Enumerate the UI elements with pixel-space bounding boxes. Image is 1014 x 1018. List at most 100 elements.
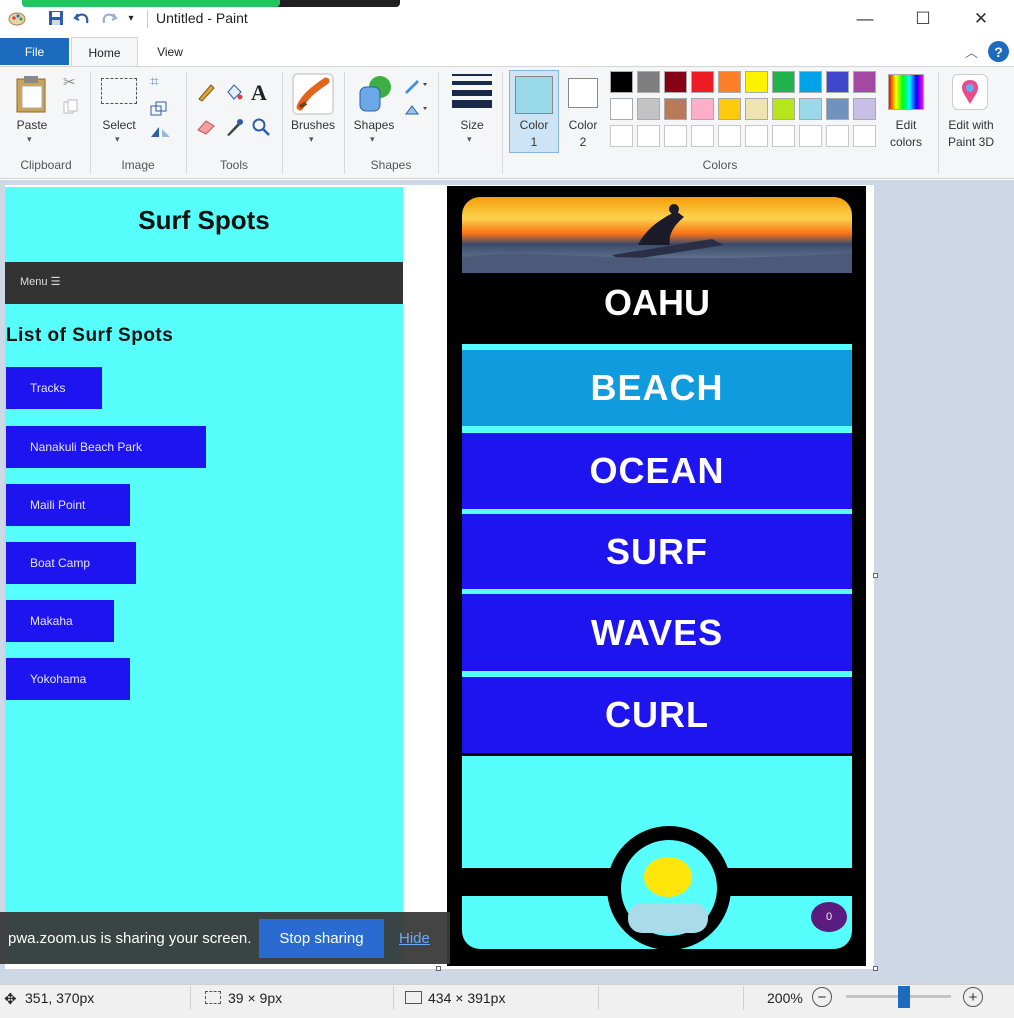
palette-swatch[interactable] bbox=[718, 98, 741, 120]
palette-swatch[interactable] bbox=[718, 71, 741, 93]
palette-swatch[interactable] bbox=[637, 98, 660, 120]
band-beach: BEACH bbox=[462, 350, 852, 426]
menu-bar bbox=[5, 262, 403, 304]
paint-app-icon[interactable] bbox=[8, 9, 26, 27]
paint3d-label-2: Paint 3D bbox=[947, 135, 995, 149]
undo-icon[interactable] bbox=[73, 9, 91, 27]
paste-dropdown-icon[interactable]: ▾ bbox=[27, 134, 32, 145]
edit-colors-icon[interactable] bbox=[888, 74, 924, 110]
canvas-resize-handle-right[interactable] bbox=[873, 573, 878, 578]
band-curl: CURL bbox=[462, 677, 852, 753]
palette-swatch[interactable] bbox=[826, 71, 849, 93]
palette-swatch[interactable] bbox=[799, 71, 822, 93]
select-button[interactable]: Select bbox=[96, 118, 142, 132]
stop-sharing-button[interactable]: Stop sharing bbox=[259, 919, 384, 958]
spot-button: Maili Point bbox=[6, 484, 130, 526]
save-icon[interactable] bbox=[47, 9, 65, 27]
tab-home[interactable]: Home bbox=[71, 37, 138, 67]
size-icon[interactable] bbox=[452, 74, 492, 111]
tab-file[interactable]: File bbox=[0, 38, 69, 65]
palette-swatch[interactable] bbox=[745, 98, 768, 120]
paste-button[interactable]: Paste bbox=[10, 118, 54, 132]
palette-swatch[interactable] bbox=[637, 71, 660, 93]
zoom-out-button[interactable]: − bbox=[812, 987, 832, 1007]
palette-swatch[interactable] bbox=[853, 71, 876, 93]
color-picker-icon[interactable] bbox=[224, 117, 244, 140]
band-waves: WAVES bbox=[462, 594, 852, 671]
shapes-dropdown-icon[interactable]: ▾ bbox=[370, 134, 375, 145]
custom-color-slot[interactable] bbox=[853, 125, 876, 147]
canvas-resize-handle-corner[interactable] bbox=[873, 966, 878, 971]
palette-swatch[interactable] bbox=[826, 98, 849, 120]
palette-swatch[interactable] bbox=[772, 98, 795, 120]
crop-icon[interactable]: ⌗ bbox=[150, 73, 158, 90]
pencil-icon[interactable] bbox=[196, 82, 216, 105]
paint3d-icon[interactable] bbox=[952, 74, 988, 110]
redo-icon[interactable] bbox=[100, 9, 118, 27]
palette-swatch[interactable] bbox=[664, 71, 687, 93]
resize-icon[interactable] bbox=[150, 101, 168, 120]
custom-color-slot[interactable] bbox=[745, 125, 768, 147]
collapse-ribbon-icon[interactable]: ︿ bbox=[965, 42, 978, 61]
palette-swatch[interactable] bbox=[745, 71, 768, 93]
select-icon[interactable] bbox=[101, 78, 137, 104]
rotate-icon[interactable] bbox=[149, 125, 175, 142]
outline-icon[interactable] bbox=[403, 76, 429, 97]
magnifier-icon[interactable] bbox=[251, 117, 271, 140]
ribbon-separator bbox=[344, 72, 345, 174]
zoom-slider-thumb[interactable] bbox=[898, 986, 910, 1008]
palette-swatch[interactable] bbox=[691, 98, 714, 120]
menu-label: Menu ☰ bbox=[20, 276, 61, 288]
zoom-in-button[interactable]: + bbox=[963, 987, 983, 1007]
maximize-button[interactable]: ☐ bbox=[900, 6, 946, 32]
close-button[interactable]: ✕ bbox=[958, 6, 1004, 32]
palette-swatch[interactable] bbox=[853, 98, 876, 120]
paint3d-label[interactable]: Edit with bbox=[940, 118, 1002, 132]
fill-shape-icon[interactable] bbox=[403, 100, 429, 121]
surfer-hero-image bbox=[462, 197, 852, 273]
palette-swatch[interactable] bbox=[610, 98, 633, 120]
select-dropdown-icon[interactable]: ▾ bbox=[115, 134, 120, 145]
color2-number: 2 bbox=[579, 135, 587, 149]
ribbon-separator bbox=[186, 72, 187, 174]
size-dropdown-icon[interactable]: ▾ bbox=[467, 134, 472, 145]
tools-group-label: Tools bbox=[219, 158, 248, 172]
size-button[interactable]: Size bbox=[450, 118, 494, 132]
color2-swatch[interactable] bbox=[568, 78, 598, 108]
cut-icon[interactable]: ✂ bbox=[63, 73, 76, 91]
customize-quick-access-icon[interactable]: ▾ bbox=[122, 9, 140, 27]
custom-color-slot[interactable] bbox=[610, 125, 633, 147]
custom-color-slot[interactable] bbox=[799, 125, 822, 147]
canvas-resize-handle-bottom[interactable] bbox=[436, 966, 441, 971]
status-separator bbox=[598, 986, 599, 1010]
copy-icon[interactable] bbox=[63, 99, 79, 118]
brushes-icon[interactable] bbox=[292, 73, 334, 118]
custom-color-slot[interactable] bbox=[718, 125, 741, 147]
palette-swatch[interactable] bbox=[799, 98, 822, 120]
minimize-button[interactable]: — bbox=[842, 6, 888, 32]
palette-swatch[interactable] bbox=[664, 98, 687, 120]
fill-icon[interactable] bbox=[224, 82, 244, 105]
custom-color-slot[interactable] bbox=[772, 125, 795, 147]
tab-view[interactable]: View bbox=[144, 38, 196, 65]
edit-colors-label[interactable]: Edit bbox=[882, 118, 930, 132]
shapes-button[interactable]: Shapes bbox=[348, 118, 400, 132]
palette-swatch[interactable] bbox=[691, 71, 714, 93]
shapes-icon[interactable] bbox=[354, 73, 396, 118]
color-palette bbox=[610, 71, 882, 153]
text-tool-icon[interactable]: A bbox=[251, 80, 267, 106]
brushes-button[interactable]: Brushes bbox=[285, 118, 341, 132]
custom-color-slot[interactable] bbox=[691, 125, 714, 147]
paste-icon[interactable] bbox=[14, 74, 50, 117]
palette-swatch[interactable] bbox=[610, 71, 633, 93]
color2-label[interactable]: Color bbox=[560, 118, 606, 132]
custom-color-slot[interactable] bbox=[664, 125, 687, 147]
share-message: pwa.zoom.us is sharing your screen. bbox=[8, 930, 252, 947]
help-icon[interactable]: ? bbox=[988, 41, 1009, 62]
custom-color-slot[interactable] bbox=[826, 125, 849, 147]
brushes-dropdown-icon[interactable]: ▾ bbox=[309, 134, 314, 145]
eraser-icon[interactable] bbox=[196, 118, 216, 139]
custom-color-slot[interactable] bbox=[637, 125, 660, 147]
hide-banner-link[interactable]: Hide bbox=[399, 930, 430, 947]
palette-swatch[interactable] bbox=[772, 71, 795, 93]
